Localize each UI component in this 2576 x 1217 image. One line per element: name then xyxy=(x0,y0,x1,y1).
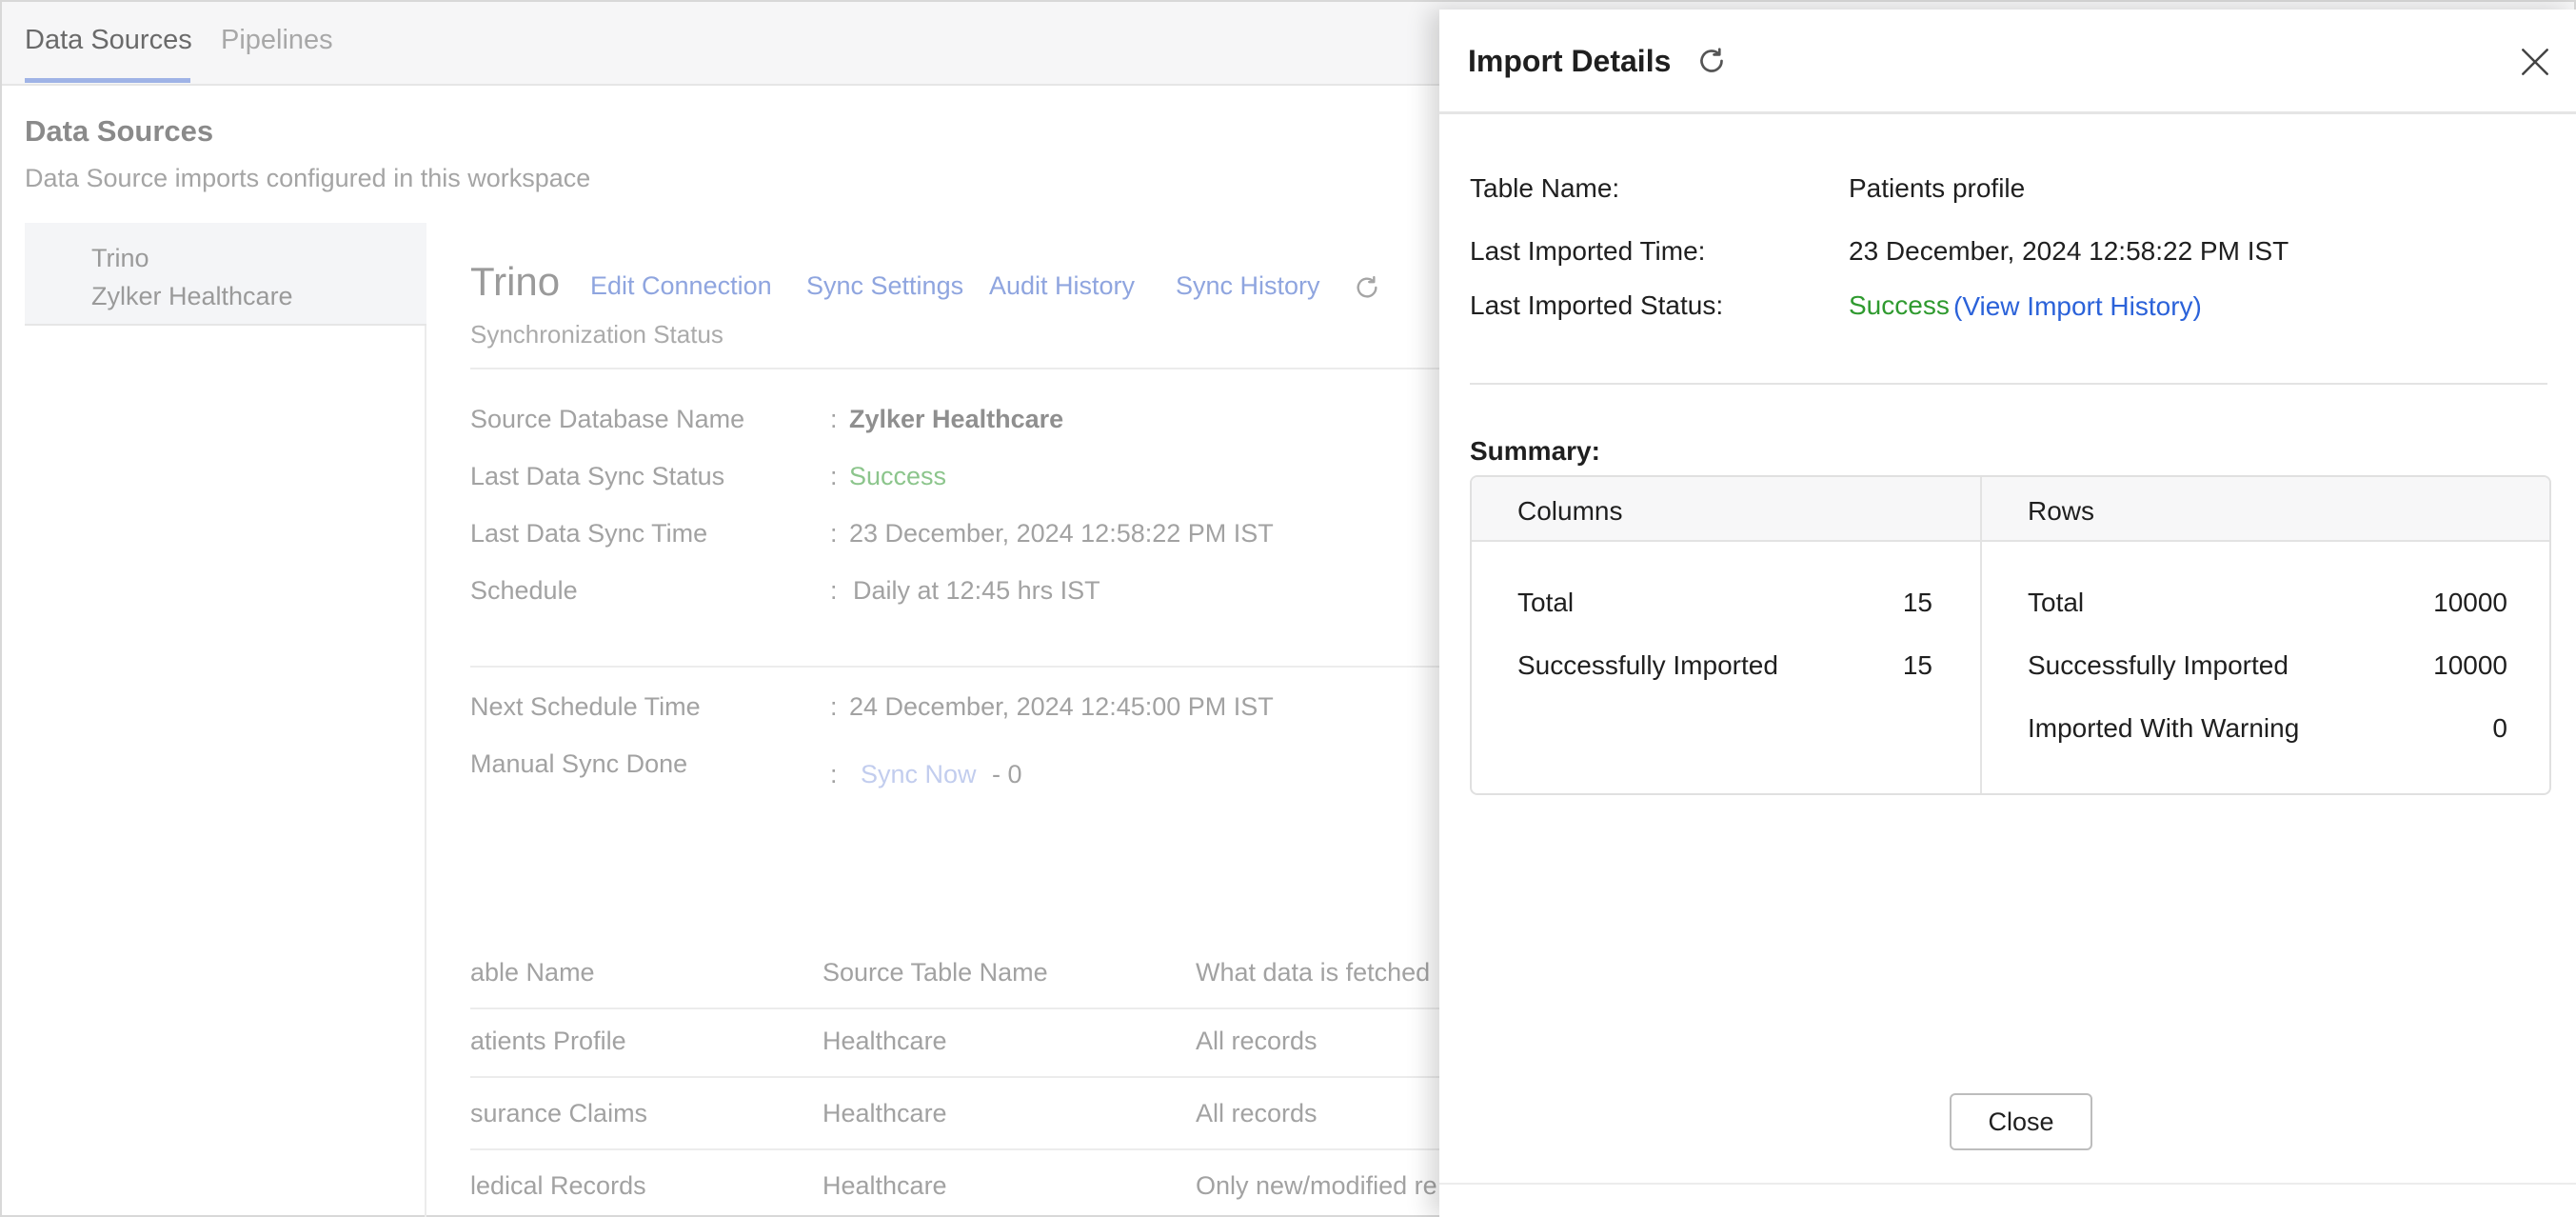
table-cell-name[interactable]: surance Claims xyxy=(470,1099,647,1128)
source-database-name-value: Zylker Healthcare xyxy=(849,405,1064,433)
divider xyxy=(1470,383,2547,385)
source-item-name: Trino xyxy=(91,244,149,272)
last-imported-time-value: 23 December, 2024 12:58:22 PM IST xyxy=(1849,236,2289,266)
rows-total-label: Total xyxy=(2028,588,2085,617)
info-colon: : xyxy=(830,405,838,433)
source-item-trino[interactable]: Trino Zylker Healthcare xyxy=(25,223,426,326)
close-button[interactable]: Close xyxy=(1950,1093,2092,1150)
refresh-icon[interactable] xyxy=(1694,44,1729,78)
row-divider xyxy=(470,1148,1441,1150)
rows-header: Rows xyxy=(2028,496,2095,526)
table-name-label: Table Name: xyxy=(1470,173,1620,203)
info-colon: : xyxy=(830,462,838,490)
table-cell-source: Healthcare xyxy=(822,1027,947,1055)
sync-now-link[interactable]: Sync Now xyxy=(861,760,977,789)
info-colon: : xyxy=(830,692,838,721)
row-divider xyxy=(470,1008,1441,1009)
rows-imported-label: Successfully Imported xyxy=(2028,650,2289,680)
source-list: Trino Zylker Healthcare xyxy=(25,223,426,1217)
rows-imported-value: 10000 xyxy=(2433,650,2507,680)
info-label: Last Data Sync Time xyxy=(470,519,708,548)
close-icon[interactable] xyxy=(2517,44,2553,80)
table-cell-source: Healthcare xyxy=(822,1171,947,1200)
columns-imported-value: 15 xyxy=(1902,650,1932,680)
table-header-table-name: able Name xyxy=(470,958,595,987)
rows-warning-label: Imported With Warning xyxy=(2028,713,2300,743)
columns-imported-label: Successfully Imported xyxy=(1517,650,1778,680)
next-schedule-time-value: 24 December, 2024 12:45:00 PM IST xyxy=(849,692,1274,721)
tab-pipelines[interactable]: Pipelines xyxy=(221,25,333,56)
table-cell-name[interactable]: ledical Records xyxy=(470,1171,646,1201)
table-cell-fetch: All records xyxy=(1196,1027,1318,1055)
info-colon: : xyxy=(830,760,838,788)
last-imported-time-label: Last Imported Time: xyxy=(1470,236,1706,266)
sync-settings-link[interactable]: Sync Settings xyxy=(806,271,963,301)
rows-warning-value: 0 xyxy=(2492,713,2507,743)
page-subtitle: Data Source imports configured in this w… xyxy=(25,164,591,192)
table-cell-fetch: All records xyxy=(1196,1099,1318,1127)
info-label: Manual Sync Done xyxy=(470,749,688,778)
sync-history-link[interactable]: Sync History xyxy=(1176,271,1320,301)
info-label: Schedule xyxy=(470,576,578,605)
manual-sync-count: - 0 xyxy=(992,760,1022,788)
summary-table: Columns Rows Total 15 Successfully Impor… xyxy=(1470,475,2551,795)
page-title: Data Sources xyxy=(25,114,214,148)
info-label: Source Database Name xyxy=(470,405,745,433)
view-import-history-link[interactable]: (View Import History) xyxy=(1953,291,2202,322)
connection-title: Trino xyxy=(470,259,561,304)
divider xyxy=(1439,1183,2576,1185)
audit-history-link[interactable]: Audit History xyxy=(989,271,1135,301)
column-divider xyxy=(1980,477,1982,793)
source-item-workspace: Zylker Healthcare xyxy=(91,282,293,310)
last-imported-status-label: Last Imported Status: xyxy=(1470,290,1724,320)
divider xyxy=(470,368,1441,369)
rows-total-value: 10000 xyxy=(2433,588,2507,617)
table-header-data-fetched: What data is fetched xyxy=(1196,958,1431,987)
import-details-panel: Import Details Table Name: Patients prof… xyxy=(1439,10,2576,1217)
info-colon: : xyxy=(830,519,838,548)
table-cell-name[interactable]: atients Profile xyxy=(470,1027,626,1056)
panel-header: Import Details xyxy=(1439,10,2576,114)
table-cell-fetch: Only new/modified re xyxy=(1196,1171,1437,1200)
panel-title: Import Details xyxy=(1468,44,1672,78)
last-imported-status-value: Success xyxy=(1849,290,1950,320)
columns-total-value: 15 xyxy=(1902,588,1932,617)
table-name-value: Patients profile xyxy=(1849,173,2026,203)
divider xyxy=(470,666,1441,668)
last-sync-status-value: Success xyxy=(849,462,947,490)
info-label: Last Data Sync Status xyxy=(470,462,725,490)
tab-data-sources[interactable]: Data Sources xyxy=(25,25,192,56)
info-label: Next Schedule Time xyxy=(470,692,701,721)
edit-connection-link[interactable]: Edit Connection xyxy=(590,271,772,301)
row-divider xyxy=(470,1076,1441,1078)
table-header-source-table-name: Source Table Name xyxy=(822,958,1048,987)
refresh-icon[interactable] xyxy=(1352,272,1382,303)
schedule-value: Daily at 12:45 hrs IST xyxy=(853,576,1100,605)
active-tab-indicator xyxy=(25,78,190,83)
last-sync-time-value: 23 December, 2024 12:58:22 PM IST xyxy=(849,519,1274,548)
summary-label: Summary: xyxy=(1470,436,1600,466)
synchronization-status-label: Synchronization Status xyxy=(470,320,723,349)
tables-list: able Name Source Table Name What data is… xyxy=(470,945,1441,1217)
columns-header: Columns xyxy=(1517,496,1623,526)
info-colon: : xyxy=(830,576,838,605)
summary-header-row xyxy=(1472,477,2549,542)
table-cell-source: Healthcare xyxy=(822,1099,947,1127)
columns-total-label: Total xyxy=(1517,588,1575,617)
